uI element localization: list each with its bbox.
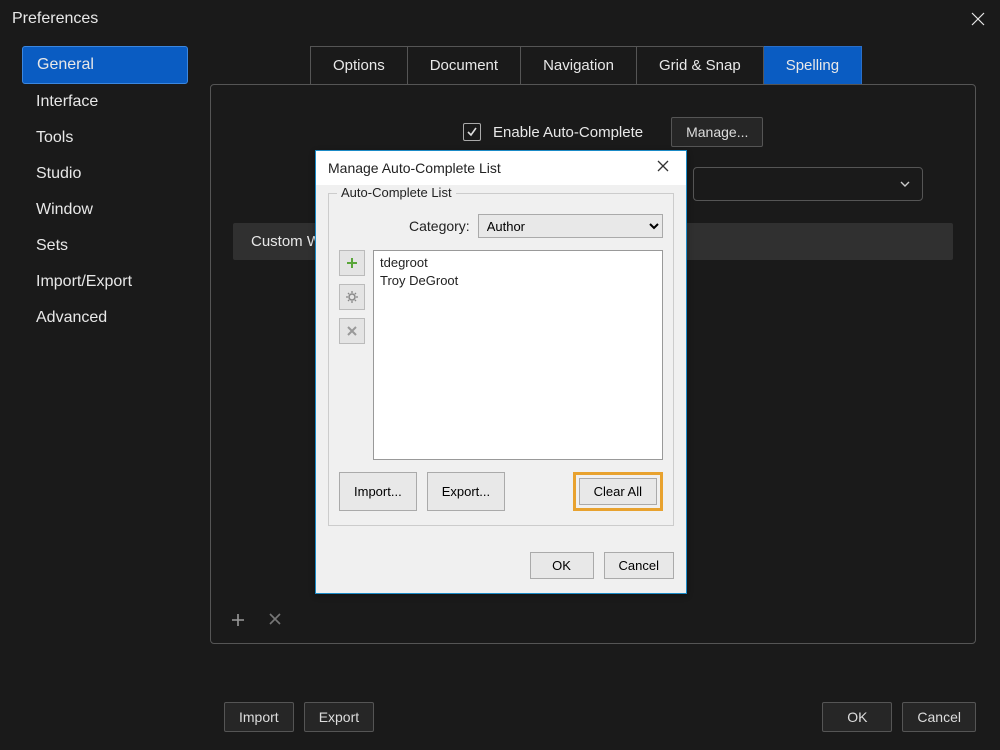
tab-navigation[interactable]: Navigation: [521, 46, 637, 85]
dialog-ok-button[interactable]: OK: [530, 552, 594, 579]
tab-document[interactable]: Document: [408, 46, 521, 85]
sidebar: General Interface Tools Studio Window Se…: [0, 46, 210, 644]
clear-all-button[interactable]: Clear All: [579, 478, 657, 505]
dialog-import-button[interactable]: Import...: [339, 472, 417, 511]
dialog-cancel-button[interactable]: Cancel: [604, 552, 674, 579]
close-icon[interactable]: [968, 9, 988, 29]
dialog-close-icon[interactable]: [656, 159, 674, 177]
add-entry-button[interactable]: [339, 250, 365, 276]
autocomplete-listbox[interactable]: tdegroot Troy DeGroot: [373, 250, 663, 460]
enable-autocomplete-checkbox[interactable]: [463, 123, 481, 141]
groupbox-label: Auto-Complete List: [337, 185, 456, 200]
tab-grid-snap[interactable]: Grid & Snap: [637, 46, 764, 85]
manage-autocomplete-dialog: Manage Auto-Complete List Auto-Complete …: [315, 150, 687, 594]
bottom-export-button[interactable]: Export: [304, 702, 374, 732]
chevron-down-icon: [898, 177, 912, 191]
list-item[interactable]: Troy DeGroot: [380, 272, 656, 290]
category-select[interactable]: Author: [478, 214, 663, 238]
tab-row: Options Document Navigation Grid & Snap …: [310, 46, 976, 85]
dialog-export-button[interactable]: Export...: [427, 472, 505, 511]
ok-button[interactable]: OK: [822, 702, 892, 732]
remove-icon[interactable]: [267, 611, 283, 629]
enable-autocomplete-label: Enable Auto-Complete: [493, 124, 643, 141]
delete-entry-button[interactable]: [339, 318, 365, 344]
settings-entry-button[interactable]: [339, 284, 365, 310]
window-title: Preferences: [12, 10, 98, 28]
sidebar-item-interface[interactable]: Interface: [22, 84, 188, 120]
manage-button[interactable]: Manage...: [671, 117, 763, 147]
tab-options[interactable]: Options: [310, 46, 408, 85]
sidebar-item-advanced[interactable]: Advanced: [22, 300, 188, 336]
sidebar-item-import-export[interactable]: Import/Export: [22, 264, 188, 300]
sidebar-item-general[interactable]: General: [22, 46, 188, 84]
category-label: Category:: [409, 218, 470, 234]
sidebar-item-window[interactable]: Window: [22, 192, 188, 228]
list-item[interactable]: tdegroot: [380, 254, 656, 272]
panel-dropdown[interactable]: [693, 167, 923, 201]
autocomplete-groupbox: Auto-Complete List Category: Author: [328, 193, 674, 526]
dialog-title: Manage Auto-Complete List: [328, 160, 501, 176]
bottom-bar: Import Export OK Cancel: [224, 702, 976, 732]
add-icon[interactable]: [229, 611, 247, 629]
x-icon: [346, 325, 358, 337]
cancel-button[interactable]: Cancel: [902, 702, 976, 732]
gear-icon: [345, 290, 359, 304]
bottom-import-button[interactable]: Import: [224, 702, 294, 732]
sidebar-item-sets[interactable]: Sets: [22, 228, 188, 264]
sidebar-item-tools[interactable]: Tools: [22, 120, 188, 156]
tab-spelling[interactable]: Spelling: [764, 46, 862, 85]
plus-icon: [345, 256, 359, 270]
titlebar: Preferences: [0, 0, 1000, 38]
sidebar-item-studio[interactable]: Studio: [22, 156, 188, 192]
clear-all-highlight: Clear All: [573, 472, 663, 511]
